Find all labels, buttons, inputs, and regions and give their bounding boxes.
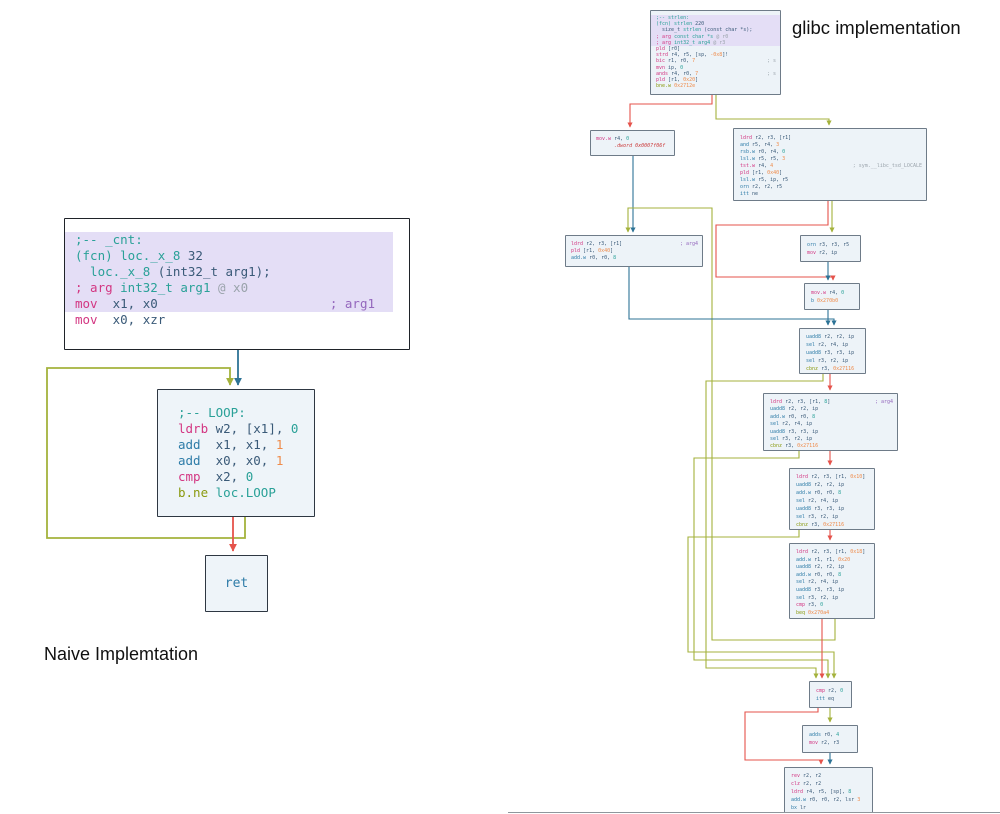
asm-line: itt eq bbox=[810, 695, 851, 703]
orn-block[interactable]: orn r3, r3, r5mov r2, ip bbox=[800, 235, 861, 262]
asm-line: uadd8 r3, r3, ip bbox=[790, 587, 874, 595]
asm-line: ldrd r2, r3, [r1, 0x10] bbox=[790, 473, 874, 481]
asm-line: sel r2, r4, ip bbox=[790, 579, 874, 587]
asm-line: sel r3, r2, ip bbox=[790, 513, 874, 521]
asm-line: mov.w r4, 0 bbox=[805, 289, 859, 297]
asm-line: uadd8 r2, r2, ip bbox=[790, 481, 874, 489]
epilogue-block[interactable]: rev r2, r2clz r2, r2ldrd r4, r5, [sp], 8… bbox=[784, 767, 873, 813]
asm-line: loc._x_8 (int32_t arg1); bbox=[65, 264, 393, 280]
asm-line: add.w r0, r0, 8 bbox=[790, 572, 874, 580]
uadd8-block[interactable]: uadd8 r2, r2, ipsel r2, r4, ipuadd8 r3, … bbox=[799, 328, 866, 374]
asm-line: ldrd r2, r3, [r1, 8]; arg4 bbox=[764, 399, 897, 406]
asm-line: beq 0x270a4 bbox=[790, 610, 874, 618]
asm-line: ;-- _cnt: bbox=[65, 232, 393, 248]
strlen-entry-block[interactable]: ;-- strlen:(fcn) strlen 220 size_t strle… bbox=[650, 10, 781, 95]
left-graph-title: Naive Implemtation bbox=[44, 644, 198, 665]
asm-line: cbnz r3, 0x27116 bbox=[790, 521, 874, 529]
graph-edge bbox=[630, 95, 712, 127]
asm-line: ; arg int32_t arg1 @ x0 bbox=[65, 280, 393, 296]
asm-line: lsl.w r5, ip, r5 bbox=[734, 177, 926, 184]
asm-line: add x0, x0, 1 bbox=[158, 453, 314, 469]
asm-line: rev r2, r2 bbox=[785, 772, 872, 780]
asm-line: sel r3, r2, ip bbox=[800, 357, 865, 365]
asm-line: uadd8 r3, r3, ip bbox=[790, 505, 874, 513]
asm-line: bx lr bbox=[785, 804, 872, 812]
asm-line: ldrd r2, r3, [r1]; arg4 bbox=[566, 241, 702, 248]
asm-line: cmp r3, 0 bbox=[790, 602, 874, 610]
asm-line: add x1, x1, 1 bbox=[158, 437, 314, 453]
asm-line: mov x1, x0; arg1 bbox=[65, 296, 393, 312]
ldrd-off18-block[interactable]: ldrd r2, r3, [r1, 0x18]add.w r1, r1, 0x2… bbox=[789, 543, 875, 619]
asm-line: uadd8 r2, r2, ip bbox=[764, 406, 897, 413]
asm-line: pld [r1, 0x40] bbox=[566, 248, 702, 255]
asm-line: add.w r0, r0, 8 bbox=[764, 414, 897, 421]
asm-line: uadd8 r2, r2, ip bbox=[800, 333, 865, 341]
asm-line: ldrd r4, r5, [sp], 8 bbox=[785, 788, 872, 796]
asm-line: (fcn) loc._x_8 32 bbox=[65, 248, 393, 264]
asm-line: ldrb w2, [x1], 0 bbox=[158, 421, 314, 437]
asm-line: add.w r0, r0, r2, lsr 3 bbox=[785, 796, 872, 804]
asm-line: mov r2, r3 bbox=[803, 739, 857, 747]
asm-line: cbnz r3, 0x27116 bbox=[800, 365, 865, 373]
asm-line: bne.w 0x2712e bbox=[651, 83, 780, 89]
mov-branch-block[interactable]: mov.w r4, 0b 0x270b0 bbox=[804, 283, 860, 310]
asm-line: .dword 0x0007f06f bbox=[591, 143, 674, 150]
asm-line: sel r3, r2, ip bbox=[790, 595, 874, 603]
asm-line: rsb.w r0, r4, 0 bbox=[734, 149, 926, 156]
asm-line: mov.w r4, 0 bbox=[591, 136, 674, 143]
asm-line: pld [r1, 0x40] bbox=[734, 170, 926, 177]
ldrd-off10-block[interactable]: ldrd r2, r3, [r1, 0x10]uadd8 r2, r2, ipa… bbox=[789, 468, 875, 530]
asm-line: itt ne bbox=[734, 191, 926, 198]
asm-line: ;-- LOOP: bbox=[158, 405, 314, 421]
asm-line: add.w r0, r0, 8 bbox=[790, 489, 874, 497]
tsd-locale-block[interactable]: ldrd r2, r3, [r1]and r5, r4, 3rsb.w r0, … bbox=[733, 128, 927, 201]
bottom-rule bbox=[508, 812, 1000, 813]
asm-line: and r5, r4, 3 bbox=[734, 142, 926, 149]
asm-line: add.w r1, r1, 0x20 bbox=[790, 557, 874, 565]
ldrd-off8-block[interactable]: ldrd r2, r3, [r1, 8]; arg4uadd8 r2, r2, … bbox=[763, 393, 898, 451]
asm-line: ret bbox=[206, 576, 267, 592]
asm-line: b 0x270b0 bbox=[805, 297, 859, 305]
asm-line: cmp r2, 0 bbox=[810, 687, 851, 695]
graph-edge bbox=[716, 95, 829, 125]
asm-line: sel r2, r4, ip bbox=[800, 341, 865, 349]
asm-line: uadd8 r3, r3, ip bbox=[800, 349, 865, 357]
asm-line: mov r2, ip bbox=[801, 249, 860, 257]
asm-line: add.w r0, r0, 8 bbox=[566, 255, 702, 262]
loop-head-block[interactable]: ldrd r2, r3, [r1]; arg4pld [r1, 0x40]add… bbox=[565, 235, 703, 267]
graph-canvas: ;-- _cnt:(fcn) loc._x_8 32 loc._x_8 (int… bbox=[0, 0, 1000, 814]
adds-block[interactable]: adds r0, 4mov r2, r3 bbox=[802, 725, 858, 753]
right-graph-title: glibc implementation bbox=[792, 17, 961, 39]
asm-line: uadd8 r2, r2, ip bbox=[790, 564, 874, 572]
asm-line: clz r2, r2 bbox=[785, 780, 872, 788]
cmp-itt-block[interactable]: cmp r2, 0itt eq bbox=[809, 681, 852, 708]
invalid-dword-block[interactable]: mov.w r4, 0 .dword 0x0007f06f bbox=[590, 130, 675, 156]
asm-line: orn r2, r2, r5 bbox=[734, 184, 926, 191]
asm-line: sel r2, r4, ip bbox=[790, 497, 874, 505]
asm-line: sel r2, r4, ip bbox=[764, 421, 897, 428]
asm-line: sel r3, r2, ip bbox=[764, 436, 897, 443]
asm-line: b.ne loc.LOOP bbox=[158, 485, 314, 501]
naive-loop-block[interactable]: ;-- LOOP:ldrb w2, [x1], 0add x1, x1, 1ad… bbox=[157, 389, 315, 517]
asm-line: tst.w r4, 4; sym.__libc_tsd_LOCALE bbox=[734, 163, 926, 170]
asm-line: ldrd r2, r3, [r1, 0x18] bbox=[790, 549, 874, 557]
asm-line: mov x0, xzr bbox=[65, 312, 409, 328]
naive-ret-block[interactable]: ret bbox=[205, 555, 268, 612]
asm-line: orn r3, r3, r5 bbox=[801, 241, 860, 249]
asm-line: ldrd r2, r3, [r1] bbox=[734, 135, 926, 142]
asm-line: lsl.w r5, r5, 3 bbox=[734, 156, 926, 163]
asm-line: uadd8 r3, r3, ip bbox=[764, 429, 897, 436]
asm-line: adds r0, 4 bbox=[803, 731, 857, 739]
asm-line: cbnz r3, 0x27116 bbox=[764, 443, 897, 450]
asm-line: cmp x2, 0 bbox=[158, 469, 314, 485]
naive-entry-block[interactable]: ;-- _cnt:(fcn) loc._x_8 32 loc._x_8 (int… bbox=[64, 218, 410, 350]
